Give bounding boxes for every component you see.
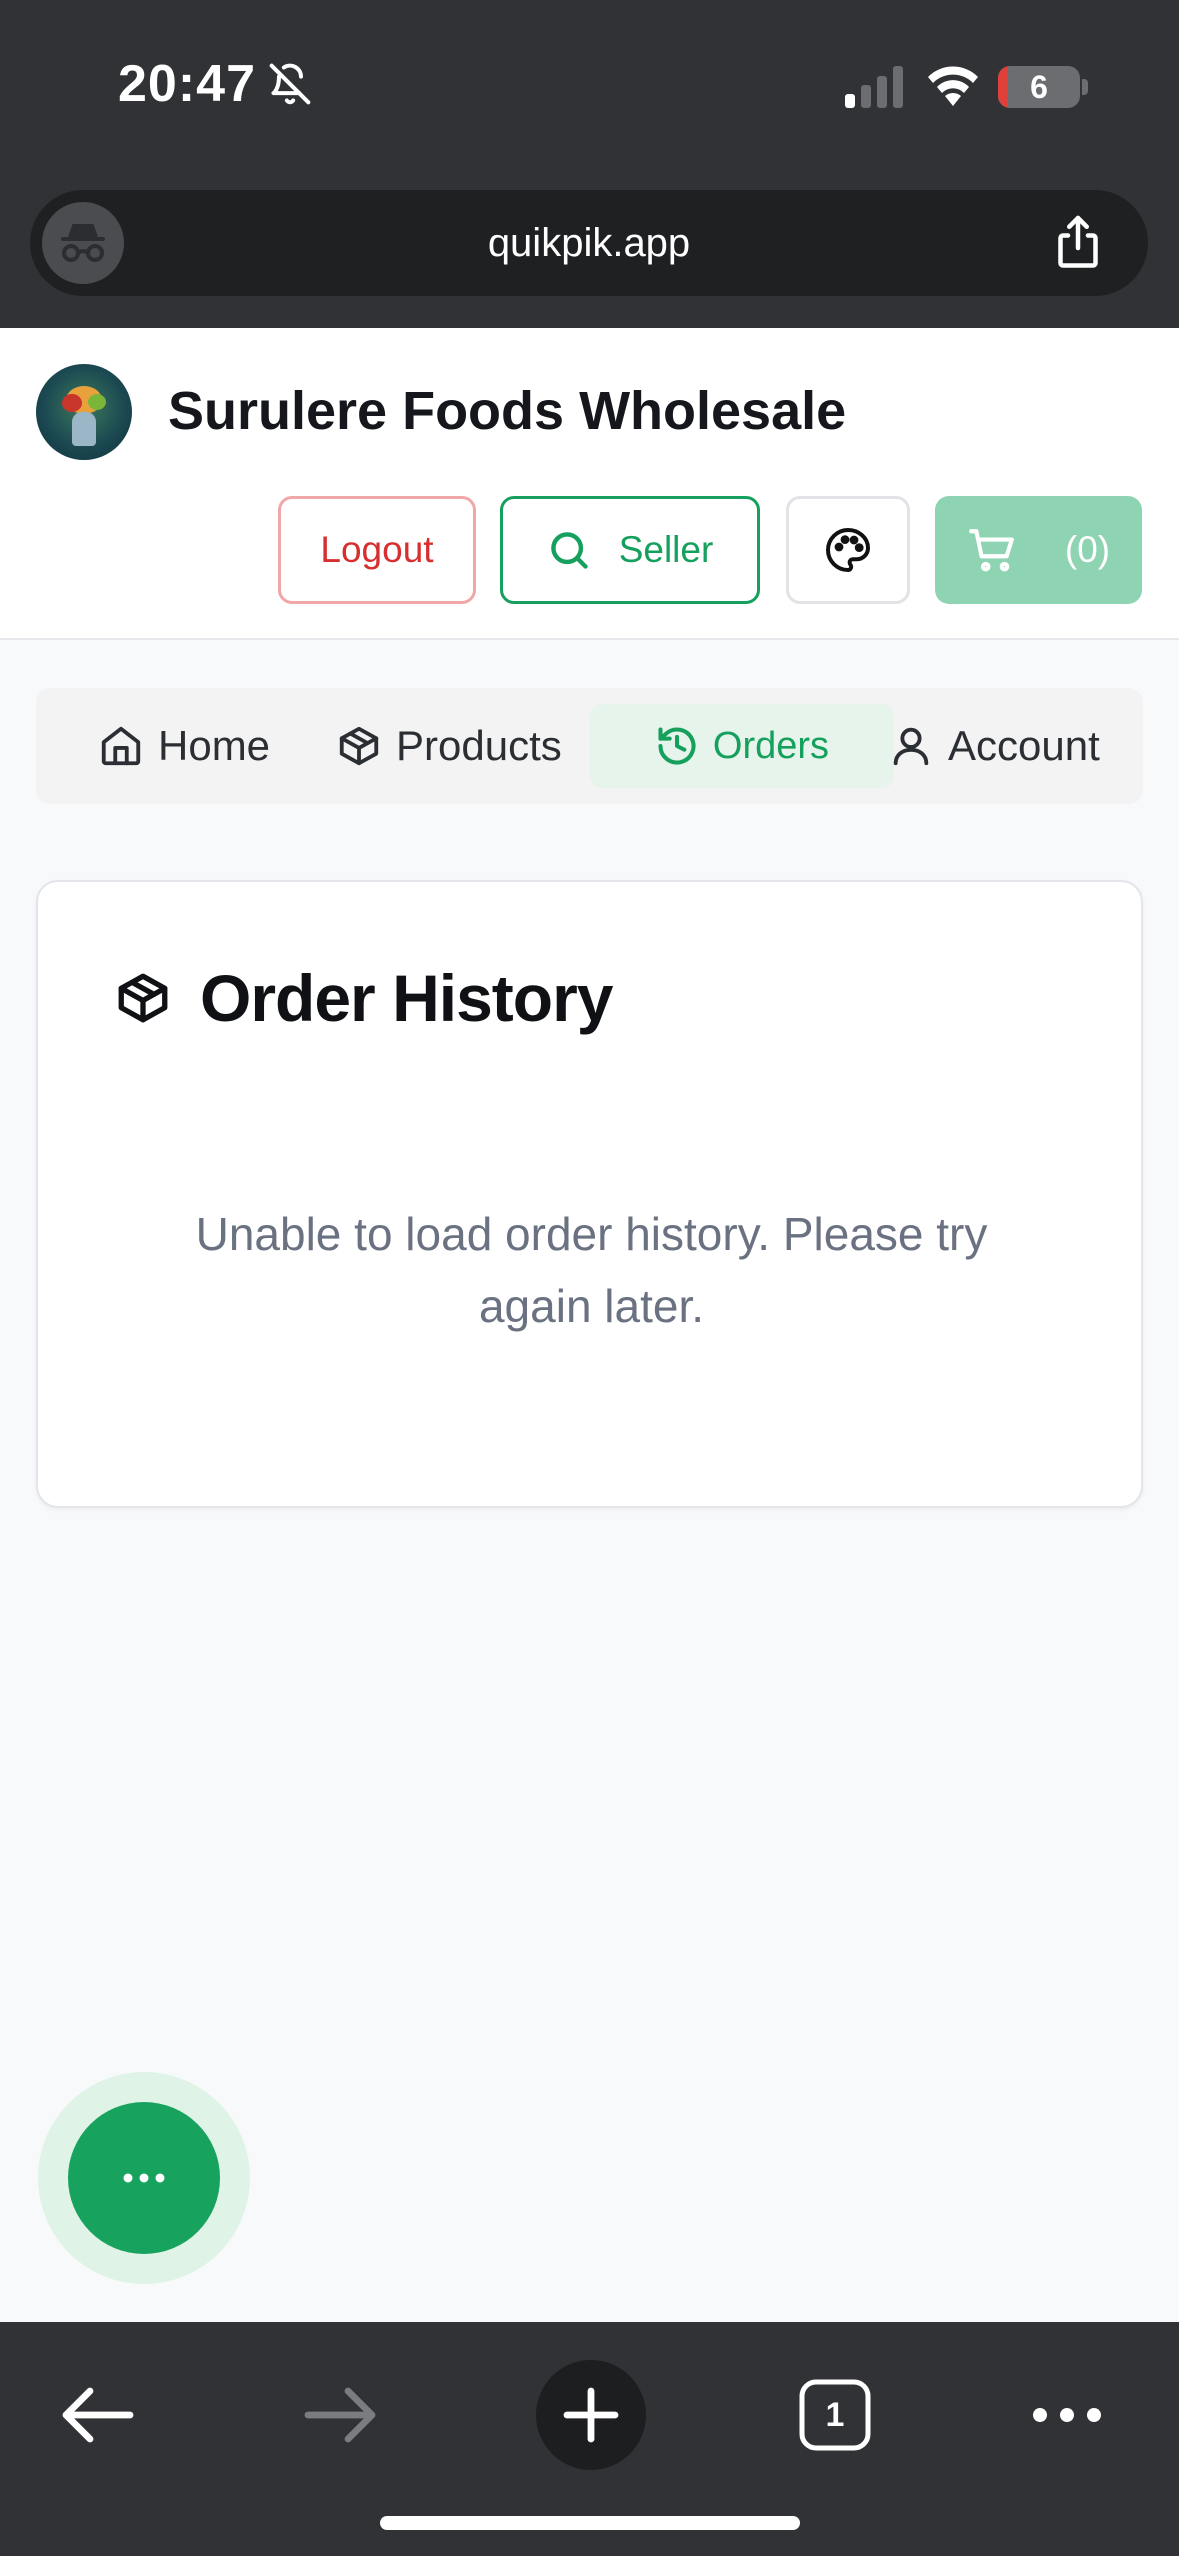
logout-button[interactable]: Logout (278, 496, 476, 604)
browser-top-chrome: 20:47 6 quikpik.app (0, 0, 1179, 328)
bell-off-icon (269, 63, 311, 105)
tab-orders-label: Orders (712, 724, 830, 767)
card-header: Order History (114, 960, 613, 1036)
home-icon (101, 726, 141, 766)
user-icon (893, 727, 929, 766)
tab-home-label: Home (158, 722, 271, 769)
seller-label: Seller (618, 529, 714, 570)
browser-menu-button[interactable] (1012, 2360, 1122, 2470)
share-icon[interactable] (1048, 212, 1108, 274)
history-icon (658, 727, 696, 765)
url-text[interactable]: quikpik.app (30, 190, 1148, 296)
new-tab-button[interactable] (536, 2360, 646, 2470)
theme-button[interactable] (786, 496, 910, 604)
battery-level: 6 (1030, 68, 1048, 105)
tabs-icon: 1 (799, 2379, 871, 2451)
brand-title[interactable]: Surulere Foods Wholesale (168, 380, 846, 442)
tabs-button[interactable]: 1 (780, 2360, 890, 2470)
cart-count: (0) (1064, 529, 1111, 570)
tab-account[interactable]: Account (888, 688, 1100, 804)
battery-nub (1082, 79, 1088, 95)
search-icon (550, 532, 588, 569)
package-icon (118, 973, 168, 1023)
tab-home[interactable]: Home (98, 688, 270, 804)
more-actions-button[interactable] (68, 2102, 220, 2254)
address-bar[interactable]: quikpik.app (30, 190, 1148, 296)
nav-tabs: Home Products Orders Account (36, 688, 1143, 804)
package-icon (339, 726, 379, 766)
order-history-card: Order History Unable to load order histo… (36, 880, 1143, 1508)
forward-button[interactable] (290, 2360, 390, 2470)
cart-button[interactable]: (0) (935, 496, 1142, 604)
wifi-icon (928, 66, 978, 106)
error-message: Unable to load order history. Please try… (195, 1208, 988, 1332)
home-indicator (380, 2516, 800, 2530)
tab-count: 1 (826, 2396, 845, 2434)
status-time: 20:47 (118, 55, 256, 113)
more-horizontal-icon (1033, 2408, 1101, 2422)
cart-icon (968, 529, 1014, 572)
more-horizontal-icon (123, 2173, 165, 2183)
brand-logo[interactable] (36, 364, 132, 460)
plus-icon (563, 2387, 619, 2443)
app-header: Surulere Foods Wholesale Logout Seller (… (0, 328, 1179, 640)
battery-indicator: 6 (998, 66, 1080, 108)
arrow-right-icon (304, 2387, 376, 2443)
tab-orders[interactable]: Orders (590, 704, 894, 788)
arrow-left-icon (62, 2387, 134, 2443)
card-title: Order History (200, 961, 613, 1035)
tab-products-label: Products (396, 722, 562, 769)
back-button[interactable] (48, 2360, 148, 2470)
tab-account-label: Account (948, 722, 1100, 769)
tab-products[interactable]: Products (336, 688, 562, 804)
palette-icon (826, 528, 870, 572)
seller-button[interactable]: Seller (500, 496, 760, 604)
cellular-signal-icon (845, 66, 903, 108)
